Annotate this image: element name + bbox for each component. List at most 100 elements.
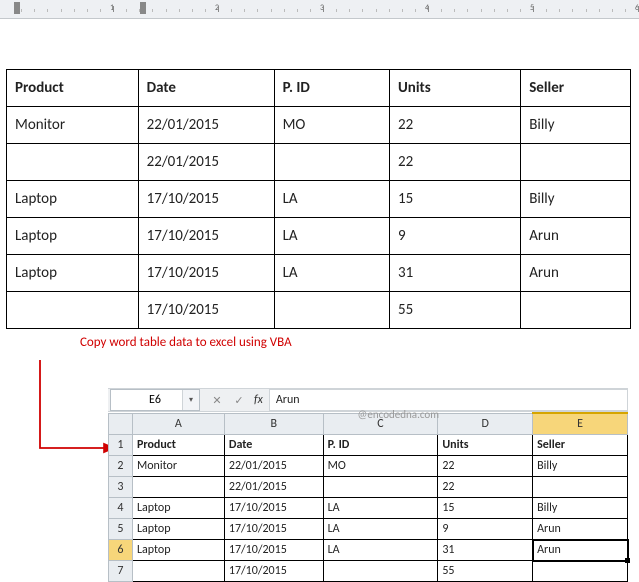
word-table-cell[interactable]: 17/10/2015 [138, 218, 274, 255]
name-box[interactable]: E6 ▾ [110, 389, 200, 411]
word-table-cell[interactable]: 22/01/2015 [138, 144, 274, 181]
row-header-6[interactable]: 6 [109, 540, 133, 561]
cell-C1[interactable]: P. ID [323, 435, 438, 456]
formula-bar[interactable]: Arun [269, 389, 628, 411]
ruler-major-tick [428, 6, 429, 12]
cell-D1[interactable]: Units [438, 435, 533, 456]
cell-B4[interactable]: 17/10/2015 [224, 498, 323, 519]
row-header-2[interactable]: 2 [109, 456, 133, 477]
word-table-cell[interactable]: Arun [521, 255, 631, 292]
cell-C2[interactable]: MO [323, 456, 438, 477]
cell-A7[interactable] [132, 561, 224, 582]
word-table-cell[interactable] [7, 144, 139, 181]
cell-C6[interactable]: LA [323, 540, 438, 561]
col-header-E[interactable]: E [533, 413, 628, 435]
ruler-minor-tick [612, 9, 613, 12]
word-table-cell[interactable]: 17/10/2015 [138, 292, 274, 329]
cell-E7[interactable] [533, 561, 628, 582]
word-table-cell[interactable]: Billy [521, 107, 631, 144]
word-table-cell[interactable]: 22/01/2015 [138, 107, 274, 144]
excel-grid[interactable]: A B C D E 1 Product Date P. ID Units Sel… [108, 412, 628, 582]
ruler-minor-tick [559, 9, 560, 12]
word-header-cell: Units [389, 70, 520, 107]
row-header-4[interactable]: 4 [109, 498, 133, 519]
cell-A5[interactable]: Laptop [132, 519, 224, 540]
ruler-minor-tick [310, 9, 311, 12]
cell-A3[interactable] [132, 477, 224, 498]
ruler-major-tick [218, 6, 219, 12]
cell-A2[interactable]: Monitor [132, 456, 224, 477]
word-table-cell[interactable]: MO [274, 107, 389, 144]
cell-E4[interactable]: Billy [533, 498, 628, 519]
ruler-minor-tick [415, 9, 416, 12]
cell-D3[interactable]: 22 [438, 477, 533, 498]
col-header-D[interactable]: D [438, 413, 533, 435]
word-table-cell[interactable]: 22 [389, 107, 520, 144]
ruler-minor-tick [481, 9, 482, 12]
ruler-minor-tick [402, 9, 403, 12]
word-table-cell[interactable] [521, 292, 631, 329]
excel-row: 1 Product Date P. ID Units Seller [109, 435, 628, 456]
word-table-cell[interactable]: LA [274, 218, 389, 255]
word-table-cell[interactable]: 22 [389, 144, 520, 181]
row-header-5[interactable]: 5 [109, 519, 133, 540]
cell-B3[interactable]: 22/01/2015 [224, 477, 323, 498]
cell-D7[interactable]: 55 [438, 561, 533, 582]
cell-A1[interactable]: Product [132, 435, 224, 456]
word-table-cell[interactable]: 55 [389, 292, 520, 329]
cell-B5[interactable]: 17/10/2015 [224, 519, 323, 540]
cell-C5[interactable]: LA [323, 519, 438, 540]
row-header-3[interactable]: 3 [109, 477, 133, 498]
cell-B6[interactable]: 17/10/2015 [224, 540, 323, 561]
cell-B1[interactable]: Date [224, 435, 323, 456]
ruler-tabstop-icon[interactable] [140, 2, 146, 14]
word-table-cell[interactable]: Billy [521, 181, 631, 218]
word-table-cell[interactable]: Laptop [7, 218, 139, 255]
word-table-cell[interactable]: Monitor [7, 107, 139, 144]
cell-E3[interactable] [533, 477, 628, 498]
word-table-cell[interactable]: Arun [521, 218, 631, 255]
cell-D5[interactable]: 9 [438, 519, 533, 540]
cell-E6[interactable]: Arun [533, 540, 628, 561]
cell-D2[interactable]: 22 [438, 456, 533, 477]
cell-D6[interactable]: 31 [438, 540, 533, 561]
cell-E2[interactable]: Billy [533, 456, 628, 477]
cell-C4[interactable]: LA [323, 498, 438, 519]
cell-D4[interactable]: 15 [438, 498, 533, 519]
cell-C3[interactable] [323, 477, 438, 498]
cell-A6[interactable]: Laptop [132, 540, 224, 561]
word-table-cell[interactable]: LA [274, 181, 389, 218]
fx-icon[interactable]: fx [254, 393, 263, 407]
ruler-minor-tick [625, 9, 626, 12]
word-header-cell: Seller [521, 70, 631, 107]
cell-E5[interactable]: Arun [533, 519, 628, 540]
ruler-tabstop-icon[interactable] [14, 2, 20, 14]
word-table-cell[interactable]: 17/10/2015 [138, 255, 274, 292]
row-header-7[interactable]: 7 [109, 561, 133, 582]
ruler-minor-tick [192, 9, 193, 12]
word-table-cell[interactable]: 15 [389, 181, 520, 218]
word-table-cell[interactable]: LA [274, 255, 389, 292]
word-table-cell[interactable] [274, 292, 389, 329]
word-table-cell[interactable]: Laptop [7, 181, 139, 218]
cell-B7[interactable]: 17/10/2015 [224, 561, 323, 582]
ruler-minor-tick [572, 9, 573, 12]
word-table-cell[interactable]: Laptop [7, 255, 139, 292]
word-table: Product Date P. ID Units Seller Monitor2… [6, 69, 631, 329]
cell-E1[interactable]: Seller [533, 435, 628, 456]
cell-B2[interactable]: 22/01/2015 [224, 456, 323, 477]
word-table-cell[interactable]: 9 [389, 218, 520, 255]
col-header-A[interactable]: A [132, 413, 224, 435]
word-table-cell[interactable] [274, 144, 389, 181]
cell-C7[interactable] [323, 561, 438, 582]
col-header-C[interactable]: C [323, 413, 438, 435]
col-header-B[interactable]: B [224, 413, 323, 435]
select-all-corner[interactable] [109, 413, 133, 435]
word-table-cell[interactable] [7, 292, 139, 329]
word-table-cell[interactable] [521, 144, 631, 181]
row-header-1[interactable]: 1 [109, 435, 133, 456]
cell-A4[interactable]: Laptop [132, 498, 224, 519]
name-box-dropdown-icon[interactable]: ▾ [182, 390, 199, 410]
word-table-cell[interactable]: 31 [389, 255, 520, 292]
word-table-cell[interactable]: 17/10/2015 [138, 181, 274, 218]
